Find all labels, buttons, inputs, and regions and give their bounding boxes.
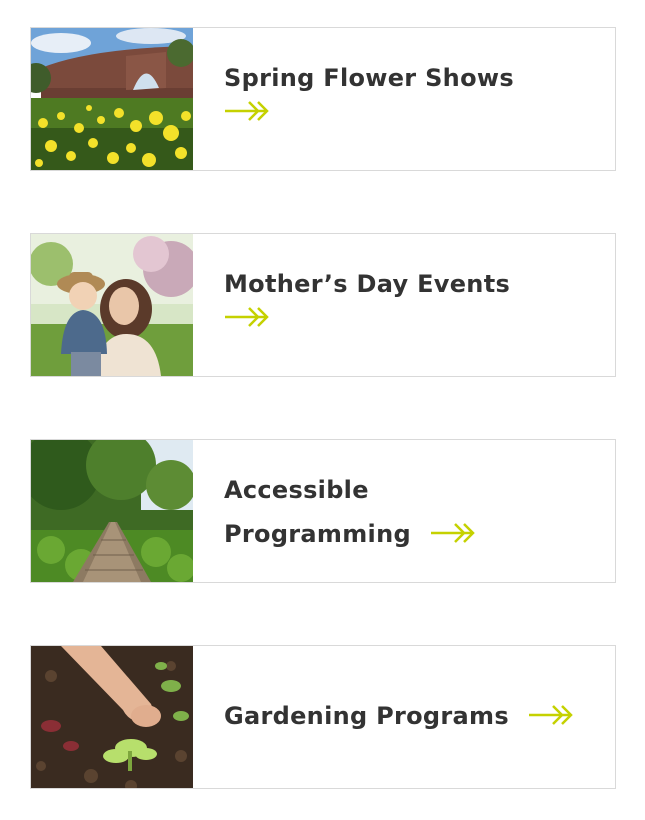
card-title: Gardening Programs xyxy=(224,694,615,738)
card-body: Accessible Programming xyxy=(193,440,615,582)
card-title: Accessible Programming xyxy=(224,468,615,556)
walled-garden-daffodils-photo xyxy=(31,28,193,170)
double-chevron-arrow-icon xyxy=(528,704,574,726)
card-body: Mother’s Day Events xyxy=(193,234,615,376)
card-title-line2: Programming xyxy=(224,520,411,548)
card-title: Mother’s Day Events xyxy=(224,270,511,298)
woodland-boardwalk-photo xyxy=(31,440,193,582)
double-chevron-arrow-icon xyxy=(224,100,270,122)
card-title-text: Gardening Programs xyxy=(224,702,509,730)
card-spring-flower-shows[interactable]: Spring Flower Shows xyxy=(30,27,616,171)
card-body: Gardening Programs xyxy=(193,646,615,788)
double-chevron-arrow-icon xyxy=(224,306,270,328)
card-mothers-day-events[interactable]: Mother’s Day Events xyxy=(30,233,616,377)
card-gardening-programs[interactable]: Gardening Programs xyxy=(30,645,616,789)
double-chevron-arrow-icon xyxy=(430,522,476,544)
mother-and-child-photo xyxy=(31,234,193,376)
card-title: Spring Flower Shows xyxy=(224,64,514,92)
hand-planting-seedling-photo xyxy=(31,646,193,788)
card-accessible-programming[interactable]: Accessible Programming xyxy=(30,439,616,583)
card-body: Spring Flower Shows xyxy=(193,28,615,170)
card-title-line1: Accessible xyxy=(224,476,369,504)
